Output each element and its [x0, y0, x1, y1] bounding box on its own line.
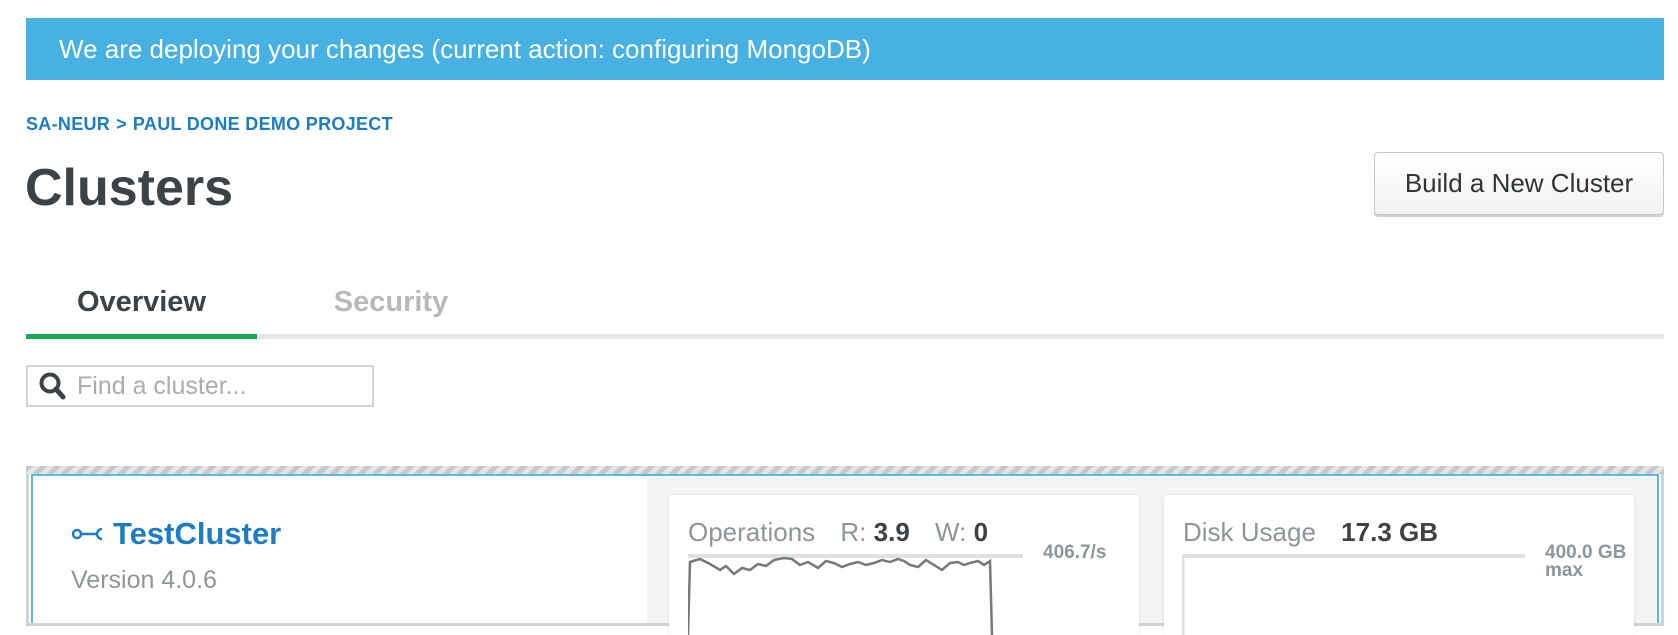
disk-usage-title: Disk Usage — [1183, 517, 1316, 547]
tab-security[interactable]: Security — [284, 270, 498, 334]
search-input[interactable] — [77, 371, 367, 401]
cluster-name: TestCluster — [113, 516, 282, 551]
cluster-card-body: TestCluster Version 4.0.6 Operations R: … — [31, 474, 1659, 635]
disk-usage-metric[interactable]: Disk Usage 17.3 GB 400.0 GB max — [1164, 495, 1634, 635]
operations-metric[interactable]: Operations R: 3.9 W: 0 406.7/s — [669, 495, 1139, 635]
cluster-name-link[interactable]: TestCluster — [71, 516, 281, 552]
breadcrumb-project-link[interactable]: PAUL DONE DEMO PROJECT — [133, 114, 393, 135]
tab-bar: Overview Security — [26, 270, 1664, 339]
disk-max-label: max — [1545, 560, 1584, 581]
disk-usage-header: Disk Usage 17.3 GB — [1183, 517, 1438, 548]
write-value: 0 — [973, 517, 989, 547]
operations-header: Operations R: 3.9 W: 0 — [688, 517, 988, 548]
deployment-message: We are deploying your changes (current a… — [59, 33, 871, 64]
disk-usage-chart — [1182, 554, 1525, 635]
breadcrumb: SA-NEUR > PAUL DONE DEMO PROJECT — [26, 114, 393, 135]
operations-sparkline — [688, 554, 1023, 635]
operations-title: Operations — [688, 517, 816, 547]
search-icon — [39, 372, 66, 400]
breadcrumb-separator: > — [116, 114, 127, 134]
disk-usage-value: 17.3 GB — [1341, 517, 1438, 547]
operations-max-label: 406.7/s — [1043, 542, 1107, 563]
read-label: R: — [840, 517, 867, 547]
tab-overview[interactable]: Overview — [26, 270, 257, 339]
cluster-card: TestCluster Version 4.0.6 Operations R: … — [26, 466, 1664, 635]
cluster-search — [26, 365, 374, 407]
breadcrumb-org-link[interactable]: SA-NEUR — [26, 114, 110, 135]
key-icon — [71, 527, 103, 541]
deployment-banner: We are deploying your changes (current a… — [26, 18, 1664, 80]
read-value: 3.9 — [873, 517, 910, 547]
write-label: W: — [935, 517, 967, 547]
cluster-version: Version 4.0.6 — [71, 566, 217, 594]
build-new-cluster-button[interactable]: Build a New Cluster — [1374, 152, 1664, 215]
page-title: Clusters — [25, 159, 234, 217]
